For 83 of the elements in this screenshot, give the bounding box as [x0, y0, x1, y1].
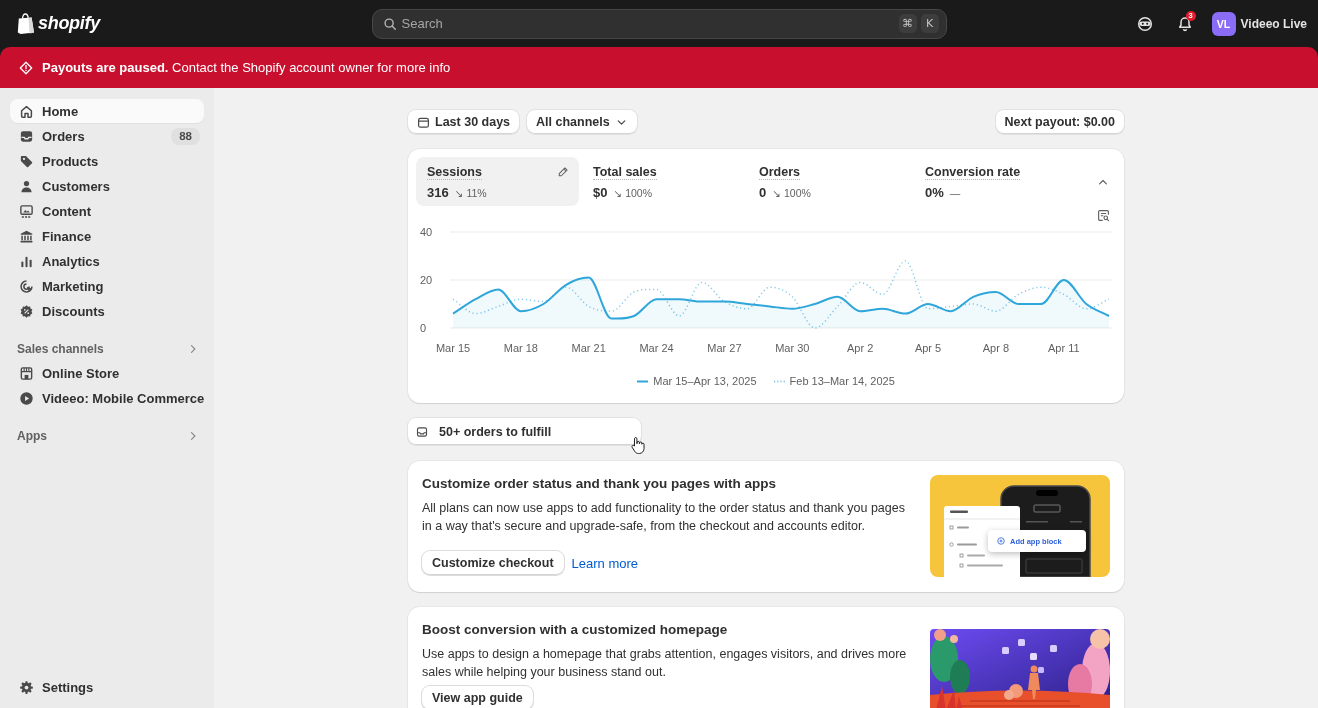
metric-change: ↘ 100% — [772, 186, 811, 199]
x-axis-label: Mar 30 — [775, 342, 810, 354]
sidebar-item[interactable]: Home — [10, 99, 204, 123]
sidebar-item[interactable]: Online Store — [10, 361, 204, 385]
storefront-icon — [19, 365, 34, 381]
metric-change: ↘ 11% — [454, 186, 487, 199]
metric-tab[interactable]: Sessions 316 ↘ 11% — [416, 157, 579, 206]
calendar-icon — [417, 115, 430, 129]
sidebar-item[interactable]: Discounts — [10, 299, 204, 323]
metric-label: Total sales — [593, 165, 657, 180]
metric-label: Sessions — [427, 165, 482, 180]
banner-message: Payouts are paused. Contact the Shopify account owner for more info — [42, 60, 451, 75]
y-axis-label: 40 — [420, 226, 433, 238]
search-icon — [382, 16, 397, 31]
metric-value: $0 — [593, 185, 608, 200]
sidebar-item[interactable]: Finance — [10, 224, 204, 248]
sidebar-item[interactable]: Settings — [10, 675, 204, 699]
pencil-icon[interactable] — [557, 166, 569, 178]
y-axis-label: 20 — [420, 274, 433, 286]
filter-button[interactable]: Last 30 days — [408, 110, 520, 134]
person-icon — [19, 178, 34, 194]
sidebar-item[interactable]: Orders — [10, 124, 166, 148]
section-header[interactable]: Sales channels — [10, 337, 204, 361]
payout-button[interactable]: Next payout: $0.00 — [995, 110, 1124, 134]
metric-tab[interactable]: Orders 0 ↘ 100% — [748, 157, 911, 206]
metric-value: 316 — [427, 185, 449, 200]
sidebar-item[interactable]: Content — [10, 199, 204, 223]
metric-value: 0 — [759, 185, 767, 200]
inbox-icon — [416, 425, 428, 438]
x-axis-label: Apr 5 — [914, 342, 942, 354]
play-circle-icon — [19, 390, 34, 406]
logo-wordmark[interactable]: shopify — [38, 13, 100, 34]
x-axis-label: Mar 27 — [707, 342, 742, 354]
x-axis-label: Apr 2 — [847, 342, 874, 354]
x-axis-label: Mar 18 — [503, 342, 538, 354]
x-axis-label: Apr 8 — [982, 342, 1010, 354]
metric-change: — — [949, 186, 961, 199]
target-cursor-icon — [19, 278, 34, 294]
section-header[interactable]: Apps — [10, 424, 204, 448]
warning-diamond-icon — [19, 60, 33, 75]
text-link[interactable]: Learn more — [571, 555, 639, 571]
card-description: Use apps to design a homepage that grabs attention, engages visitors, and drives more sales while helping your business stand out. — [422, 646, 908, 681]
monitor-image-icon — [19, 203, 34, 219]
shopping-bag-icon — [17, 13, 35, 34]
avatar: VL — [1211, 11, 1236, 36]
legend-label: Feb 13–Mar 14, 2025 — [789, 375, 895, 387]
x-axis-label: Mar 24 — [639, 342, 674, 354]
x-axis-label: Apr 11 — [1047, 342, 1080, 354]
plus-circle-icon — [997, 537, 1005, 545]
settings-icon — [19, 679, 34, 695]
sidebar-item[interactable]: Products — [10, 149, 204, 173]
metric-label: Conversion rate — [925, 165, 1021, 180]
inbox-icon — [19, 128, 34, 144]
sidebar-item[interactable]: Customers — [10, 174, 204, 198]
metric-tab[interactable]: Conversion rate 0% — — [914, 157, 1077, 206]
sidebar-item[interactable]: Marketing — [10, 274, 204, 298]
percent-badge-icon — [19, 303, 34, 319]
filter-button[interactable]: All channels — [527, 110, 637, 134]
sidebar-item[interactable]: Analytics — [10, 249, 204, 273]
bell-icon[interactable] — [1176, 15, 1193, 32]
hand-cursor-icon — [631, 436, 646, 455]
card-title: Boost conversion with a customized homepage — [422, 621, 729, 639]
home-icon — [19, 103, 34, 119]
report-search-icon[interactable] — [1097, 209, 1110, 222]
sidebar-item[interactable]: Videeo: Mobile Commerce — [10, 386, 214, 410]
metric-change: ↘ 100% — [613, 186, 653, 199]
tag-icon — [19, 153, 34, 169]
x-axis-label: Mar 15 — [435, 342, 471, 354]
y-axis-label: 0 — [420, 322, 427, 334]
account-button[interactable]: VL Videeo Live — [1211, 11, 1307, 36]
face-with-visor-icon[interactable] — [1136, 15, 1153, 32]
card-title: Customize order status and thank you pages with apps — [422, 475, 778, 493]
x-axis-label: Mar 21 — [571, 342, 606, 354]
bank-icon — [19, 228, 34, 244]
card-description: All plans can now use apps to add functionality to the order status and thank you pages in a way that's secure and upgrade-safe, from the checkout and accounts editor. — [422, 500, 906, 535]
card-action-button[interactable]: View app guide — [422, 686, 533, 708]
metric-tab[interactable]: Total sales $0 ↘ 100% — [582, 157, 745, 206]
metric-label: Orders — [759, 165, 800, 180]
card-action-button[interactable]: Customize checkout — [422, 551, 564, 575]
count-badge: 88 — [171, 127, 200, 145]
fulfill-orders-button[interactable]: 50+ orders to fulfill — [408, 418, 641, 445]
legend-label: Mar 15–Apr 13, 2025 — [653, 375, 757, 387]
metric-value: 0% — [925, 185, 944, 200]
